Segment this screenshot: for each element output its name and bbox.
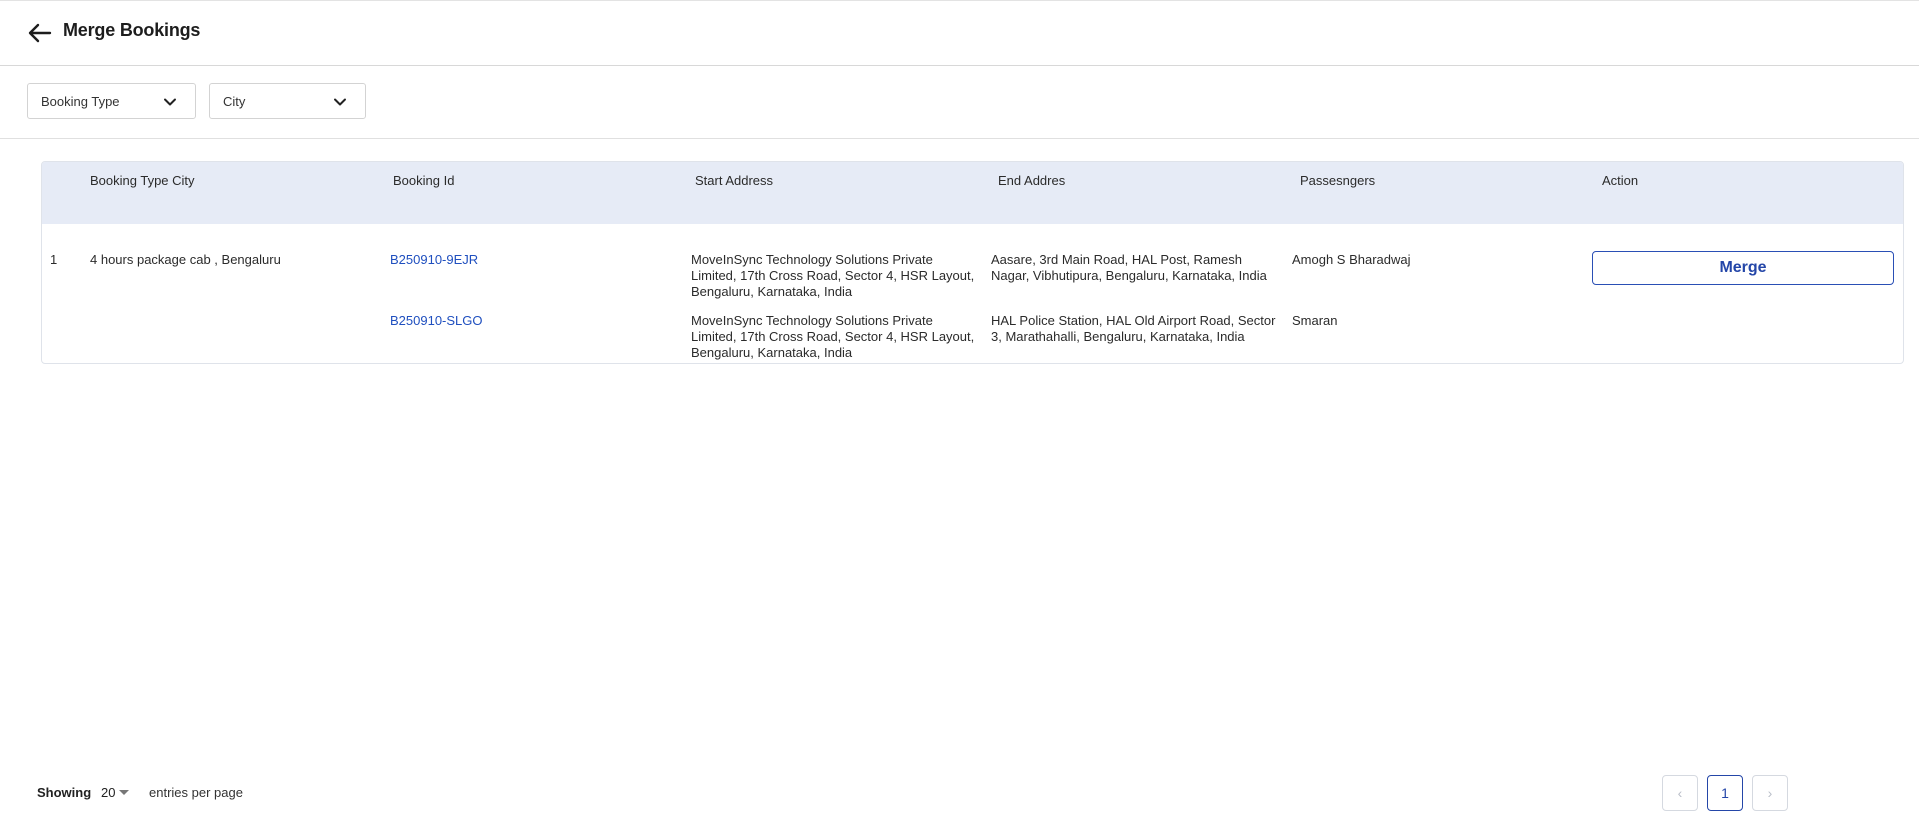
column-header-action: Action xyxy=(1602,173,1639,188)
chevron-down-icon xyxy=(164,98,176,106)
chevron-down-icon xyxy=(334,98,346,106)
start-address-cell: MoveInSync Technology Solutions Private … xyxy=(691,313,975,360)
column-header-booking-id: Booking Id xyxy=(393,173,455,188)
showing-label: Showing xyxy=(37,785,92,800)
passenger-cell: Smaran xyxy=(1292,313,1338,328)
booking-type-dropdown-label: Booking Type xyxy=(41,94,120,109)
column-header-end-address: End Addres xyxy=(998,173,1066,188)
column-header-booking-type-city: Booking Type City xyxy=(90,173,195,188)
entries-per-page-label: entries per page xyxy=(149,785,243,800)
top-bar: Merge Bookings xyxy=(0,0,1919,66)
chevron-left-icon: ‹ xyxy=(1677,785,1683,801)
page-button-current[interactable]: 1 xyxy=(1707,775,1743,811)
back-button[interactable] xyxy=(26,21,54,45)
booking-type-city-cell: 4 hours package cab , Bengaluru xyxy=(90,252,281,267)
per-page-select[interactable]: 20 xyxy=(101,785,130,800)
filter-bar: Booking Type City xyxy=(0,66,1919,139)
next-page-button[interactable]: › xyxy=(1752,775,1788,811)
city-dropdown[interactable]: City xyxy=(209,83,366,119)
table-header: Booking Type City Booking Id Start Addre… xyxy=(42,162,1903,224)
passenger-cell: Amogh S Bharadwaj xyxy=(1292,252,1411,267)
booking-type-dropdown[interactable]: Booking Type xyxy=(27,83,196,119)
prev-page-button[interactable]: ‹ xyxy=(1662,775,1698,811)
merge-button[interactable]: Merge xyxy=(1592,251,1894,285)
start-address-cell: MoveInSync Technology Solutions Private … xyxy=(691,252,975,299)
city-dropdown-label: City xyxy=(223,94,246,109)
column-header-start-address: Start Address xyxy=(695,173,774,188)
end-address-cell: Aasare, 3rd Main Road, HAL Post, Ramesh … xyxy=(991,252,1267,283)
booking-id-link[interactable]: B250910-9EJR xyxy=(390,252,478,268)
column-header-passengers: Passesngers xyxy=(1300,173,1376,188)
caret-down-icon xyxy=(119,790,130,795)
chevron-right-icon: › xyxy=(1767,785,1773,801)
end-address-cell: HAL Police Station, HAL Old Airport Road… xyxy=(991,313,1276,344)
page-title: Merge Bookings xyxy=(63,20,201,40)
arrow-left-icon xyxy=(28,23,52,43)
booking-id-link[interactable]: B250910-SLGO xyxy=(390,313,483,329)
row-index: 1 xyxy=(50,252,58,267)
bookings-table: Booking Type City Booking Id Start Addre… xyxy=(41,161,1904,364)
per-page-value: 20 xyxy=(101,785,116,800)
